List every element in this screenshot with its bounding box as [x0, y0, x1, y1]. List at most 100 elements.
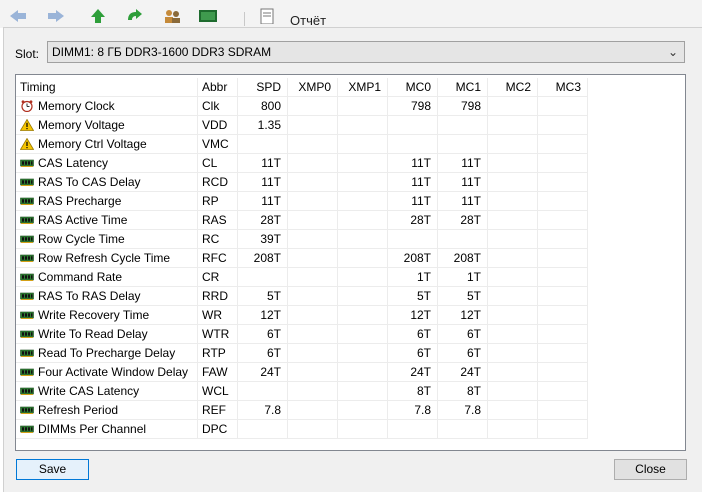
cell-xmp1 — [338, 344, 388, 363]
cell-mc0 — [388, 420, 438, 439]
cell-mc3 — [538, 230, 588, 249]
cell-mc1: 5T — [438, 287, 488, 306]
table-row[interactable]: Row Refresh Cycle Time RFC 208T 208T 208T — [16, 249, 685, 268]
table-row[interactable]: Memory Clock Clk 800 798 798 — [16, 97, 685, 116]
timing-name: RAS Precharge — [38, 194, 122, 208]
table-row[interactable]: RAS To CAS Delay RCD 11T 11T 11T — [16, 173, 685, 192]
column-header-xmp0[interactable]: XMP0 — [288, 78, 338, 97]
cell-mc1: 798 — [438, 97, 488, 116]
table-row[interactable]: RAS To RAS Delay RRD 5T 5T 5T — [16, 287, 685, 306]
cell-xmp0 — [288, 325, 338, 344]
timing-name: Four Activate Window Delay — [38, 365, 189, 379]
table-row[interactable]: Write CAS Latency WCL 8T 8T — [16, 382, 685, 401]
cell-mc2 — [488, 401, 538, 420]
forward-arrow-icon — [48, 10, 64, 22]
table-row[interactable]: CAS Latency CL 11T 11T 11T — [16, 154, 685, 173]
table-row[interactable]: DIMMs Per Channel DPC — [16, 420, 685, 439]
cell-mc1 — [438, 135, 488, 154]
table-row[interactable]: Read To Precharge Delay RTP 6T 6T 6T — [16, 344, 685, 363]
table-row[interactable]: RAS Precharge RP 11T 11T 11T — [16, 192, 685, 211]
column-header-xmp1[interactable]: XMP1 — [338, 78, 388, 97]
slot-select[interactable]: DIMM1: 8 ГБ DDR3-1600 DDR3 SDRAM ⌄ — [47, 41, 685, 63]
ram-icon — [20, 156, 34, 168]
ram-icon — [20, 384, 34, 396]
cell-mc3 — [538, 116, 588, 135]
cell-mc3 — [538, 287, 588, 306]
cell-mc0: 11T — [388, 173, 438, 192]
cell-xmp0 — [288, 173, 338, 192]
save-button[interactable]: Save — [16, 459, 89, 480]
timings-table[interactable]: Timing Abbr SPD XMP0 XMP1 MC0 MC1 MC2 MC… — [15, 74, 686, 451]
users-icon — [165, 10, 180, 23]
column-header-mc0[interactable]: MC0 — [388, 78, 438, 97]
cell-xmp1 — [338, 287, 388, 306]
timing-name-cell: Refresh Period — [16, 401, 198, 420]
cell-spd — [238, 420, 288, 439]
cell-mc1: 11T — [438, 173, 488, 192]
table-row[interactable]: Write To Read Delay WTR 6T 6T 6T — [16, 325, 685, 344]
cell-abbr: RTP — [198, 344, 238, 363]
column-header-abbr[interactable]: Abbr — [198, 78, 238, 97]
table-row[interactable]: Refresh Period REF 7.8 7.8 7.8 — [16, 401, 685, 420]
cell-mc1: 8T — [438, 382, 488, 401]
cell-xmp0 — [288, 268, 338, 287]
cell-spd: 7.8 — [238, 401, 288, 420]
cell-xmp0 — [288, 97, 338, 116]
cell-xmp0 — [288, 116, 338, 135]
cell-xmp0 — [288, 401, 338, 420]
table-row[interactable]: Write Recovery Time WR 12T 12T 12T — [16, 306, 685, 325]
cell-abbr: FAW — [198, 363, 238, 382]
cell-spd: 800 — [238, 97, 288, 116]
timing-name-cell: Command Rate — [16, 268, 198, 287]
table-row[interactable]: Memory Voltage VDD 1.35 — [16, 116, 685, 135]
cell-xmp1 — [338, 249, 388, 268]
monitor-icon — [199, 10, 217, 22]
cell-mc2 — [488, 192, 538, 211]
timing-name-cell: Read To Precharge Delay — [16, 344, 198, 363]
column-header-mc1[interactable]: MC1 — [438, 78, 488, 97]
column-header-mc3[interactable]: MC3 — [538, 78, 588, 97]
ram-icon — [20, 327, 34, 339]
cell-xmp1 — [338, 192, 388, 211]
timing-name: Row Refresh Cycle Time — [38, 251, 171, 265]
timing-name-cell: Write CAS Latency — [16, 382, 198, 401]
cell-spd — [238, 382, 288, 401]
timing-name: Read To Precharge Delay — [38, 346, 176, 360]
cell-mc2 — [488, 211, 538, 230]
cell-xmp0 — [288, 344, 338, 363]
timing-name-cell: Four Activate Window Delay — [16, 363, 198, 382]
table-row[interactable]: Four Activate Window Delay FAW 24T 24T 24T — [16, 363, 685, 382]
table-row[interactable]: Row Cycle Time RC 39T — [16, 230, 685, 249]
cell-abbr: CL — [198, 154, 238, 173]
cell-mc1 — [438, 230, 488, 249]
table-row[interactable]: Memory Ctrl Voltage VMC — [16, 135, 685, 154]
cell-abbr: RP — [198, 192, 238, 211]
toolbar-report-label: Отчёт — [290, 13, 327, 28]
cell-mc3 — [538, 173, 588, 192]
cell-mc2 — [488, 306, 538, 325]
column-header-timing[interactable]: Timing — [16, 78, 198, 97]
cell-xmp1 — [338, 135, 388, 154]
cell-xmp0 — [288, 363, 338, 382]
timing-name: Write CAS Latency — [38, 384, 140, 398]
clock-icon — [20, 99, 34, 113]
cell-mc0: 208T — [388, 249, 438, 268]
cell-xmp0 — [288, 382, 338, 401]
cell-mc3 — [538, 344, 588, 363]
cell-mc3 — [538, 192, 588, 211]
column-header-spd[interactable]: SPD — [238, 78, 288, 97]
cell-xmp0 — [288, 249, 338, 268]
close-button[interactable]: Close — [614, 459, 687, 480]
table-row[interactable]: Command Rate CR 1T 1T — [16, 268, 685, 287]
cell-mc3 — [538, 382, 588, 401]
cell-spd: 11T — [238, 173, 288, 192]
cell-spd — [238, 268, 288, 287]
table-row[interactable]: RAS Active Time RAS 28T 28T 28T — [16, 211, 685, 230]
ram-icon — [20, 194, 34, 206]
column-header-mc2[interactable]: MC2 — [488, 78, 538, 97]
cell-mc1: 208T — [438, 249, 488, 268]
cell-abbr: RC — [198, 230, 238, 249]
cell-abbr: RFC — [198, 249, 238, 268]
timing-name-cell: RAS To CAS Delay — [16, 173, 198, 192]
cell-mc0: 24T — [388, 363, 438, 382]
